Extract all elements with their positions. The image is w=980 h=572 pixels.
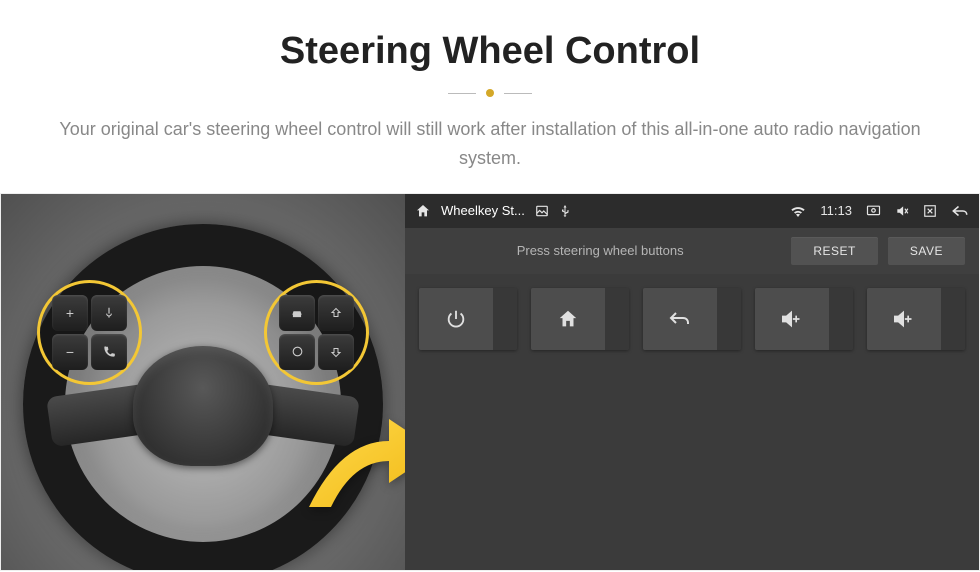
content-row: + − [0,193,980,571]
reset-button[interactable]: RESET [791,237,878,265]
mute-icon[interactable] [895,204,909,218]
status-left: Wheelkey St... [415,203,571,219]
volume-plus-icon [867,288,941,350]
wheel-buttons-right-highlight [264,280,369,385]
divider-line-right [504,93,532,94]
image-icon [535,204,549,218]
tile-home[interactable] [531,288,629,350]
home-icon[interactable] [415,203,431,219]
close-box-icon[interactable] [923,204,937,218]
wheel-btn-circle [279,334,315,370]
volume-plus-icon [755,288,829,350]
wifi-icon [790,205,806,217]
wheel-btn-down [318,334,354,370]
wheel-btn-up [318,295,354,331]
page-title: Steering Wheel Control [20,30,960,73]
title-divider [20,89,960,97]
steering-wheel-image: + − [1,194,405,570]
power-icon [419,288,493,350]
status-right: 11:13 [790,203,969,218]
divider-line-left [448,93,476,94]
app-title: Wheelkey St... [441,203,525,218]
page-subtitle: Your original car's steering wheel contr… [40,115,940,173]
wheel-btn-plus: + [52,295,88,331]
tile-side [605,288,629,350]
arrow-indicator-icon [291,411,405,526]
home-icon [531,288,605,350]
tile-volume-up-2[interactable] [867,288,965,350]
instruction-text: Press steering wheel buttons [419,243,781,258]
screenshot-icon[interactable] [866,205,881,217]
tile-power[interactable] [419,288,517,350]
tile-side [829,288,853,350]
tile-side [941,288,965,350]
wheel-btn-voice [91,295,127,331]
save-button[interactable]: SAVE [888,237,965,265]
back-icon[interactable] [951,204,969,218]
wheel-hub [133,346,273,466]
header-section: Steering Wheel Control Your original car… [0,0,980,193]
return-icon [643,288,717,350]
status-time: 11:13 [820,203,852,218]
tile-side [717,288,741,350]
usb-icon [559,204,571,218]
tile-side [493,288,517,350]
wheel-buttons-left-highlight: + − [37,280,142,385]
wheel-btn-minus: − [52,334,88,370]
function-tiles-row [405,274,979,364]
tile-back[interactable] [643,288,741,350]
wheel-btn-phone [91,334,127,370]
head-unit-screen: Wheelkey St... 11:13 [405,194,979,570]
status-bar: Wheelkey St... 11:13 [405,194,979,228]
control-bar: Press steering wheel buttons RESET SAVE [405,228,979,274]
wheel-btn-car [279,295,315,331]
divider-dot [486,89,494,97]
tile-volume-up-1[interactable] [755,288,853,350]
